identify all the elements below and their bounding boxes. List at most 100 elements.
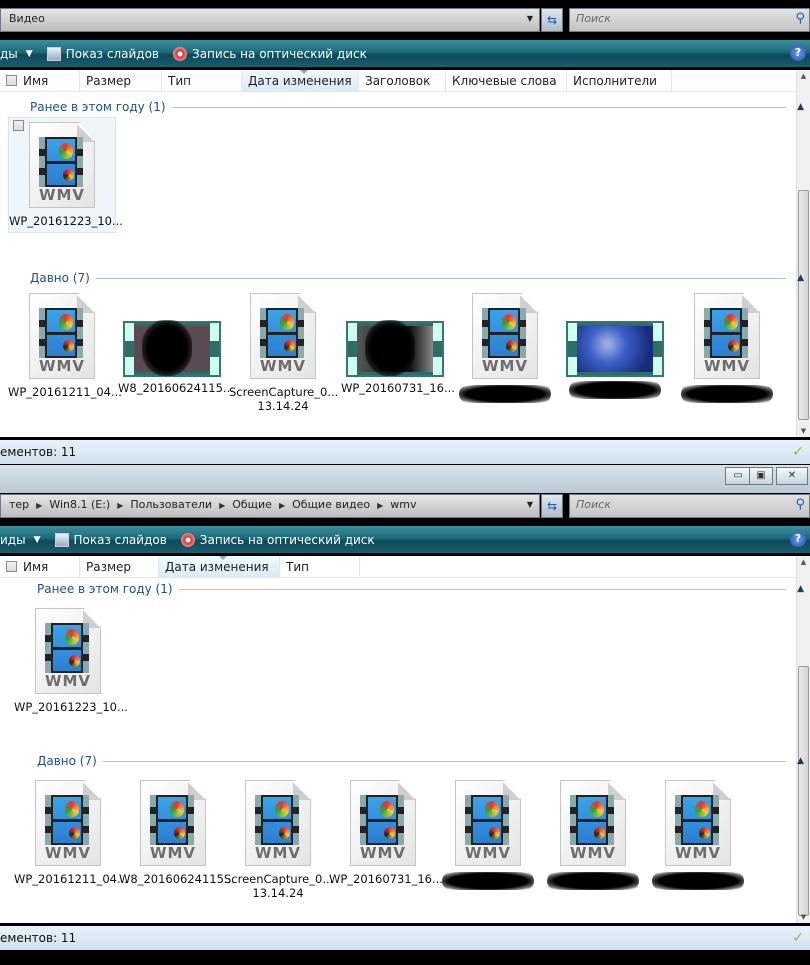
group-header[interactable]: Ранее в этом году (1) ▲ bbox=[37, 582, 804, 596]
frame-divider bbox=[51, 819, 83, 822]
file-item[interactable]: WMV bbox=[644, 780, 752, 890]
scroll-down-arrow-icon[interactable]: ▼ bbox=[797, 427, 810, 435]
close-button[interactable]: ✕ bbox=[776, 467, 808, 485]
group-title: Давно (7) bbox=[30, 271, 90, 285]
breadcrumb-chevron-icon: ▶ bbox=[36, 501, 43, 510]
column-header: Имя Размер Дата изменения Тип bbox=[0, 556, 796, 578]
command-toolbar: ды ▼ Показ слайдов Запись на оптический ди… bbox=[0, 40, 810, 67]
wmv-file-icon: WMV bbox=[250, 293, 316, 379]
column-header-1[interactable]: Размер bbox=[80, 70, 162, 91]
vertical-scrollbar[interactable]: ▲ ▼ bbox=[796, 556, 810, 923]
file-item[interactable]: WMV bbox=[673, 293, 781, 403]
balloon bbox=[59, 314, 73, 330]
resize-grip-icon[interactable]: ✓ bbox=[792, 444, 804, 460]
select-all-checkbox[interactable] bbox=[6, 561, 17, 572]
dropdown-arrow-icon[interactable]: ▼ bbox=[527, 500, 533, 509]
column-header-3[interactable]: Дата изменения bbox=[242, 70, 359, 91]
file-item[interactable]: WMV WP_20161223_10... bbox=[8, 117, 123, 233]
burn-disc-button[interactable]: Запись на оптический диск bbox=[173, 46, 367, 61]
collapse-chevron-icon[interactable]: ▲ bbox=[797, 756, 804, 766]
breadcrumb-item[interactable]: Видео bbox=[9, 12, 45, 25]
breadcrumb-item[interactable]: Общие видео bbox=[292, 498, 370, 511]
file-item[interactable]: WP_20160731_16... bbox=[341, 293, 455, 395]
slideshow-button[interactable]: Показ слайдов bbox=[46, 46, 159, 61]
balloon bbox=[65, 629, 79, 645]
search-input[interactable]: Поиск ⚲ bbox=[569, 494, 810, 518]
burn-disc-label: Запись на оптический диск bbox=[192, 46, 367, 61]
balloon bbox=[63, 340, 74, 352]
views-button[interactable]: ды ▼ bbox=[0, 47, 33, 61]
select-all-checkbox[interactable] bbox=[6, 75, 17, 86]
collapse-chevron-icon[interactable]: ▲ bbox=[797, 584, 804, 594]
scrollbar-thumb[interactable] bbox=[798, 666, 809, 916]
collapse-chevron-icon[interactable]: ▲ bbox=[797, 273, 804, 283]
column-label: Имя bbox=[23, 560, 49, 574]
balloon bbox=[699, 827, 710, 839]
frame-divider bbox=[51, 647, 83, 650]
redacted-filename bbox=[442, 872, 534, 890]
help-icon[interactable]: ? bbox=[790, 531, 806, 547]
file-item[interactable]: WMV WP_20161211_04... bbox=[14, 780, 128, 886]
balloon bbox=[728, 340, 739, 352]
group-header[interactable]: Давно (7) ▲ bbox=[37, 754, 804, 768]
scrollbar-thumb[interactable] bbox=[798, 190, 809, 420]
breadcrumb-item[interactable]: тер bbox=[9, 498, 29, 511]
breadcrumb-item[interactable]: Общие bbox=[232, 498, 272, 511]
file-item[interactable] bbox=[561, 293, 669, 399]
search-icon[interactable]: ⚲ bbox=[795, 11, 805, 26]
file-item[interactable]: W8_20160624115... bbox=[118, 293, 234, 395]
redacted-filename bbox=[459, 385, 551, 403]
burn-disc-icon bbox=[173, 46, 187, 61]
search-input[interactable]: Поиск ⚲ bbox=[569, 8, 810, 32]
scroll-down-arrow-icon[interactable]: ▼ bbox=[797, 913, 810, 921]
collapse-chevron-icon[interactable]: ▲ bbox=[797, 102, 804, 112]
file-extension-label: WMV bbox=[703, 357, 751, 375]
column-header-5[interactable]: Ключевые слова bbox=[446, 70, 567, 91]
file-item[interactable]: WMV W8_20160624115... bbox=[119, 780, 235, 886]
file-item[interactable]: WMV bbox=[434, 780, 542, 890]
maximize-button[interactable]: ▣ bbox=[749, 467, 773, 485]
vertical-scrollbar[interactable]: ▲ ▼ bbox=[796, 70, 810, 437]
help-icon[interactable]: ? bbox=[790, 45, 806, 61]
refresh-button[interactable]: ⇆ bbox=[541, 494, 563, 518]
column-header-1[interactable]: Размер bbox=[80, 556, 159, 577]
file-item[interactable]: WMV ScreenCapture_0... 13.14.24 bbox=[229, 293, 338, 413]
group-header[interactable]: Давно (7) ▲ bbox=[30, 271, 804, 285]
balloon bbox=[170, 801, 184, 817]
file-item[interactable]: WMV bbox=[539, 780, 647, 890]
file-item[interactable]: WMV WP_20161223_10... bbox=[14, 608, 128, 714]
column-header-2[interactable]: Тип bbox=[162, 70, 242, 91]
file-item[interactable]: WMV WP_20161211_04... bbox=[8, 293, 122, 399]
breadcrumb-item[interactable]: Пользователи bbox=[130, 498, 212, 511]
file-item[interactable]: WMV ScreenCapture_0... 13.14.24 bbox=[224, 780, 333, 900]
redaction bbox=[142, 320, 192, 376]
video-thumbnail bbox=[123, 320, 221, 377]
column-header-4[interactable]: Заголовок bbox=[359, 70, 446, 91]
column-header-2[interactable]: Дата изменения bbox=[159, 556, 280, 577]
minimize-button[interactable]: ▭ bbox=[725, 467, 751, 485]
column-header-0[interactable]: Имя bbox=[0, 70, 80, 91]
views-button[interactable]: иды ▼ bbox=[0, 533, 41, 547]
breadcrumb-item[interactable]: Win8.1 (E:) bbox=[49, 498, 110, 511]
column-header-6[interactable]: Исполнители bbox=[567, 70, 672, 91]
filmstrip-image bbox=[260, 308, 304, 358]
scroll-up-arrow-icon[interactable]: ▲ bbox=[797, 558, 810, 566]
slideshow-button[interactable]: Показ слайдов bbox=[54, 532, 167, 547]
column-header-0[interactable]: Имя bbox=[0, 556, 80, 577]
refresh-button[interactable]: ⇆ bbox=[541, 8, 563, 32]
item-checkbox[interactable] bbox=[13, 120, 24, 131]
column-header-3[interactable]: Тип bbox=[280, 556, 360, 577]
column-label: Размер bbox=[86, 74, 132, 88]
address-bar[interactable]: тер ▶ Win8.1 (E:) ▶ Пользователи ▶ Общие ▶ Общие… bbox=[0, 494, 540, 518]
breadcrumb-item[interactable]: wmv bbox=[390, 498, 416, 511]
burn-disc-button[interactable]: Запись на оптический диск bbox=[180, 532, 375, 547]
file-item[interactable]: WMV WP_20160731_16... bbox=[329, 780, 443, 886]
dropdown-arrow-icon[interactable]: ▼ bbox=[527, 14, 533, 23]
address-bar[interactable]: Видео ▼ bbox=[0, 8, 540, 32]
scroll-up-arrow-icon[interactable]: ▲ bbox=[797, 72, 810, 80]
search-icon[interactable]: ⚲ bbox=[795, 497, 805, 512]
file-item[interactable]: WMV bbox=[451, 293, 559, 403]
resize-grip-icon[interactable]: ✓ bbox=[792, 930, 804, 946]
redacted-filename bbox=[681, 385, 773, 403]
group-header[interactable]: Ранее в этом году (1) ▲ bbox=[30, 100, 804, 114]
